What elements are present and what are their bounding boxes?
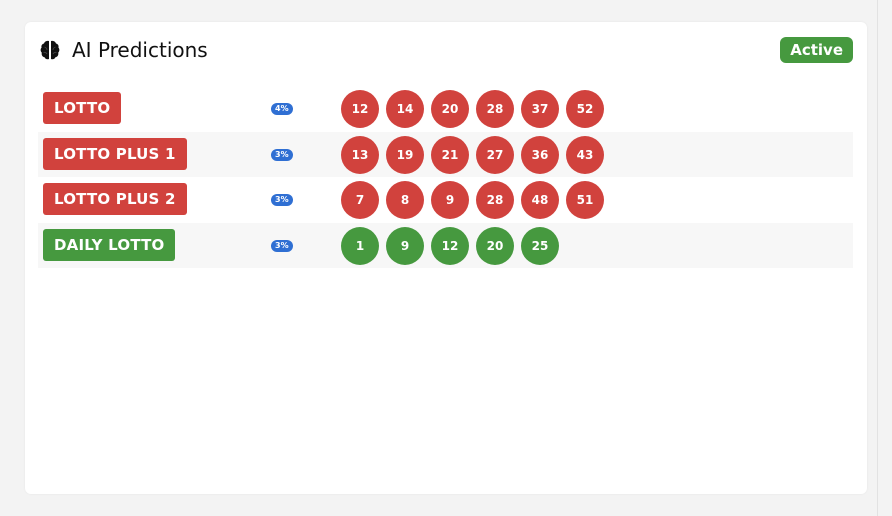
number-ball: 43 [566,135,604,174]
predictions-card: AI Predictions Active LOTTO 4% 12 14 20 28 37 5… [25,22,867,494]
confidence-badge: 4% [271,103,293,115]
number-ball: 28 [476,90,514,128]
number-balls: 12 14 20 28 37 52 [341,90,604,128]
number-ball: 51 [566,181,604,219]
game-label[interactable]: LOTTO PLUS 1 [43,137,187,170]
number-ball: 9 [431,181,469,219]
number-ball: 20 [431,90,469,128]
number-ball: 12 [341,90,379,128]
number-ball: 12 [431,226,469,265]
number-ball: 37 [521,90,559,128]
prediction-row: LOTTO 4% 12 14 20 28 37 52 [38,86,853,132]
number-ball: 27 [476,135,514,174]
number-ball: 52 [566,90,604,128]
scrollbar[interactable] [877,0,892,516]
predictions-list: LOTTO 4% 12 14 20 28 37 52 LOTTO PLUS 1 3% 13 19 21 2… [38,86,853,268]
number-ball: 19 [386,135,424,174]
page: AI Predictions Active LOTTO 4% 12 14 20 28 37 5… [0,0,892,516]
number-ball: 28 [476,181,514,219]
number-ball: 8 [386,181,424,219]
status-badge: Active [780,37,853,63]
prediction-row: DAILY LOTTO 3% 1 9 12 20 25 [38,222,853,268]
game-label[interactable]: LOTTO [43,92,122,124]
number-ball: 20 [476,226,514,265]
page-title: AI Predictions [72,38,208,62]
number-ball: 36 [521,135,559,174]
number-balls: 1 9 12 20 25 [341,226,559,265]
number-ball: 1 [341,226,379,265]
confidence-badge: 3% [271,239,293,252]
number-ball: 48 [521,181,559,219]
number-balls: 13 19 21 27 36 43 [341,135,604,174]
number-ball: 13 [341,135,379,174]
brain-icon [38,38,62,62]
game-label[interactable]: DAILY LOTTO [43,228,176,261]
prediction-row: LOTTO PLUS 2 3% 7 8 9 28 48 51 [38,177,853,223]
prediction-row: LOTTO PLUS 1 3% 13 19 21 27 36 43 [38,131,853,177]
number-ball: 21 [431,135,469,174]
number-ball: 9 [386,226,424,265]
number-ball: 14 [386,90,424,128]
card-header: AI Predictions Active [38,36,853,64]
number-ball: 7 [341,181,379,219]
number-ball: 25 [521,226,559,265]
confidence-badge: 3% [271,148,293,161]
game-label[interactable]: LOTTO PLUS 2 [43,183,187,215]
confidence-badge: 3% [271,194,293,206]
number-balls: 7 8 9 28 48 51 [341,181,604,219]
